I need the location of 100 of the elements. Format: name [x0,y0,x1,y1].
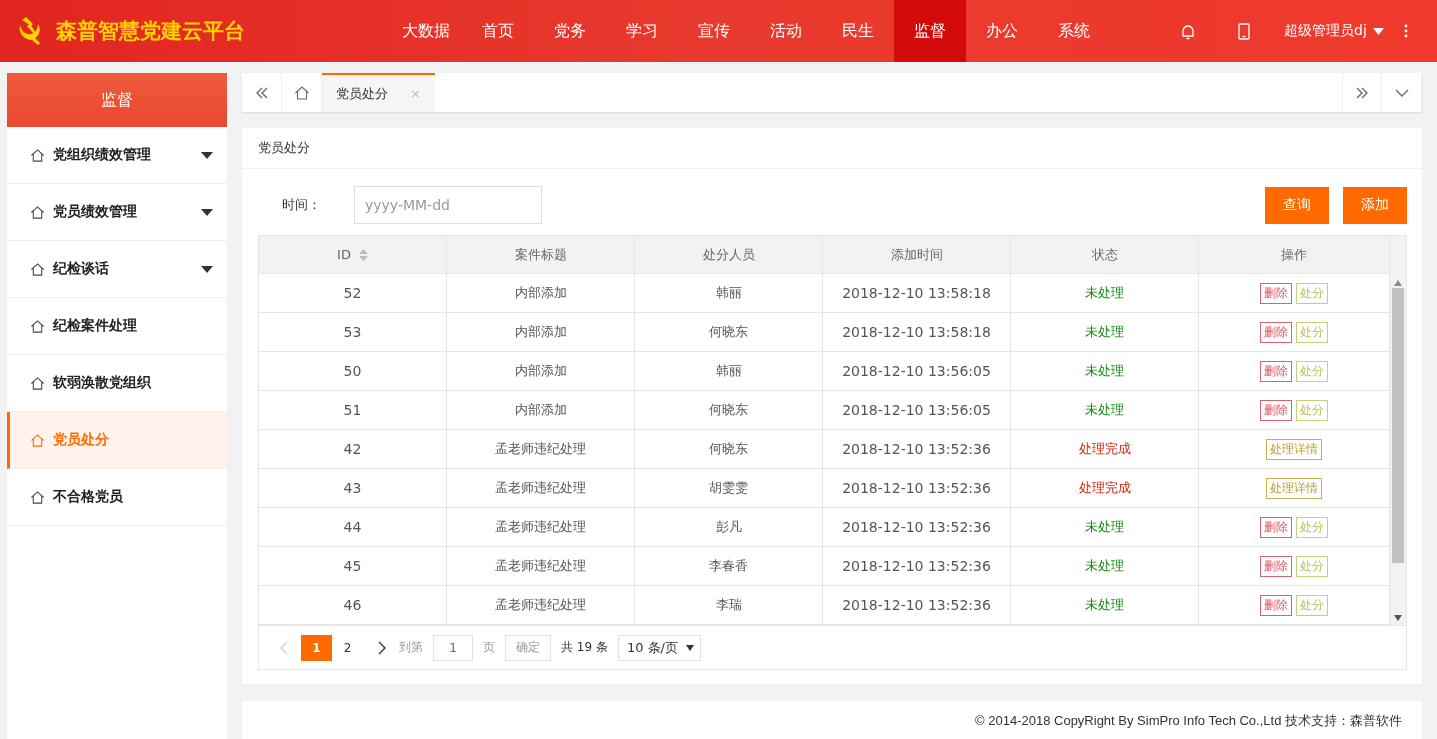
table-cell: 孟老师违纪处理 [447,430,635,469]
table-cell: 何晓东 [635,391,823,430]
page-size-select[interactable]: 10 条/页 [617,634,701,661]
field-label: 时间： [282,196,322,214]
home-icon [30,147,45,163]
detail-button[interactable]: 处理详情 [1266,438,1322,460]
delete-button[interactable]: 删除 [1260,282,1292,304]
table-cell: 韩丽 [635,352,823,391]
table-cell: 2018-12-10 13:56:05 [823,391,1011,430]
status-text: 未处理 [1085,284,1124,302]
table-cell: 内部添加 [447,391,635,430]
bell-icon[interactable] [1180,22,1196,40]
nav-item[interactable]: 党务 [534,0,606,62]
total-count: 共 19 条 [561,639,608,656]
sidebar-title: 监督 [7,73,227,127]
scrollbar[interactable] [1390,236,1406,625]
table-cell: 内部添加 [447,274,635,313]
table-cell: 42 [259,430,447,469]
table-cell: 2018-12-10 13:52:36 [823,586,1011,625]
home-icon [30,489,45,505]
nav-item[interactable]: 办公 [966,0,1038,62]
date-field[interactable]: yyyy-MM-dd [354,186,542,224]
table-cell: 50 [259,352,447,391]
detail-button[interactable]: 处理详情 [1266,477,1322,499]
status-text: 未处理 [1085,401,1124,419]
table-cell: 51 [259,391,447,430]
brand-title: 森普智慧党建云平台 [56,18,245,45]
home-icon [30,318,45,334]
table-cell: 44 [259,508,447,547]
table-cell: 2018-12-10 13:58:18 [823,313,1011,352]
delete-button[interactable]: 删除 [1260,360,1292,382]
page-input[interactable]: 1 [433,634,473,661]
status-text: 未处理 [1085,596,1124,614]
copyright-text: © 2014-2018 CopyRight By SimPro Info Tech Co.,Ltd 技术支持：森普软件 [975,712,1402,730]
nav-item[interactable]: 系统 [1038,0,1110,62]
table-cell: 韩丽 [635,274,823,313]
scroll-up-icon[interactable] [1394,280,1402,286]
page-tab[interactable]: 党员处分 × [322,73,435,112]
column-header: 处分人员 [635,236,823,274]
table-cell: 52 [259,274,447,313]
table-cell: 43 [259,469,447,508]
user-menu[interactable]: 超级管理员dj [1284,22,1384,40]
nav-item[interactable]: 民生 [822,0,894,62]
home-icon [293,84,310,101]
add-button[interactable]: 添加 [1343,186,1407,224]
table-cell: 何晓东 [635,430,823,469]
table-cell: 李春香 [635,547,823,586]
phone-icon[interactable] [1238,22,1250,40]
nav-item[interactable]: 活动 [750,0,822,62]
table-cell: 胡雯雯 [635,469,823,508]
next-page-icon[interactable] [377,640,387,655]
card-title: 党员处分 [242,128,1422,169]
status-text: 处理完成 [1078,440,1131,458]
column-header[interactable]: ID [259,236,447,274]
status-text: 处理完成 [1078,479,1131,497]
table-cell: 2018-12-10 13:58:18 [823,274,1011,313]
home-icon [30,204,45,220]
table-cell: 2018-12-10 13:52:36 [823,469,1011,508]
page-link[interactable]: 2 [332,634,363,661]
table-cell: 内部添加 [447,313,635,352]
table-cell: 李瑞 [635,586,823,625]
status-text: 未处理 [1085,518,1124,536]
goto-label: 到第 [399,639,423,656]
nav-item[interactable]: 学习 [606,0,678,62]
table-cell: 孟老师违纪处理 [447,586,635,625]
confirm-button[interactable]: 确定 [505,634,551,661]
nav-item[interactable]: 首页 [462,0,534,62]
status-text: 未处理 [1085,323,1124,341]
table-cell: 何晓东 [635,313,823,352]
home-icon [30,432,45,448]
search-button[interactable]: 查询 [1265,186,1329,224]
table-cell: 46 [259,586,447,625]
table-cell: 孟老师违纪处理 [447,508,635,547]
table-cell: 2018-12-10 13:52:36 [823,547,1011,586]
more-icon[interactable] [1403,24,1408,38]
home-icon [30,261,45,277]
column-header: 添加时间 [823,236,1011,274]
caret-icon [685,644,694,651]
delete-button[interactable]: 删除 [1260,594,1292,616]
delete-button[interactable]: 删除 [1260,555,1292,577]
table-cell: 孟老师违纪处理 [447,469,635,508]
nav-item[interactable]: 监督 [894,0,966,62]
home-icon [30,375,45,391]
table-cell: 内部添加 [447,352,635,391]
nav-item[interactable]: 大数据 [390,0,462,62]
sidebar-item[interactable]: 党员处分 [7,412,227,469]
caret-icon [1372,27,1384,35]
page-link[interactable]: 1 [301,634,332,661]
status-text: 未处理 [1085,557,1124,575]
table-cell: 彭凡 [635,508,823,547]
delete-button[interactable]: 删除 [1260,516,1292,538]
delete-button[interactable]: 删除 [1260,321,1292,343]
table-cell: 2018-12-10 13:52:36 [823,430,1011,469]
scroll-down-icon[interactable] [1394,615,1402,621]
table-cell: 45 [259,547,447,586]
nav-item[interactable]: 宣传 [678,0,750,62]
delete-button[interactable]: 删除 [1260,399,1292,421]
table-cell: 2018-12-10 13:56:05 [823,352,1011,391]
table-cell: 53 [259,313,447,352]
table-cell: 2018-12-10 13:52:36 [823,508,1011,547]
